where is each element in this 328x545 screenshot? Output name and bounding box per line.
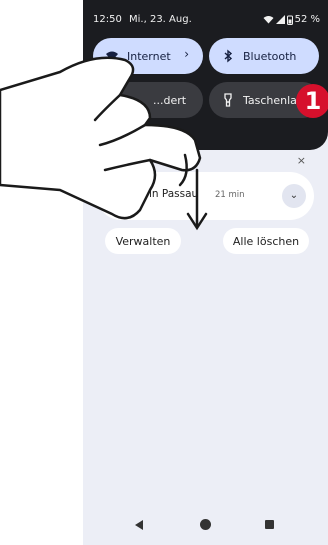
navigation-bar — [83, 509, 328, 545]
notification-card[interactable]: 27° in Passau 21 min ⌄ — [97, 172, 314, 220]
quick-settings-panel: 12:50 Mi., 23. Aug. 52 % Internet › Blue… — [83, 0, 328, 150]
recents-icon[interactable] — [265, 520, 274, 529]
tile-bluetooth-label: Bluetooth — [243, 49, 297, 63]
home-icon[interactable] — [200, 519, 211, 530]
notification-title: 27° in Passau — [127, 188, 199, 200]
clear-all-button[interactable]: Alle löschen — [223, 228, 309, 254]
weather-icon — [107, 187, 123, 203]
tile-do-not-disturb[interactable]: ...dert — [93, 82, 203, 118]
tile-internet-label: Internet — [127, 49, 171, 63]
close-icon[interactable]: × — [297, 154, 306, 167]
status-time-date: 12:50 Mi., 23. Aug. — [93, 14, 192, 25]
tile-internet[interactable]: Internet › — [93, 38, 203, 74]
status-date: Mi., 23. Aug. — [129, 14, 192, 25]
manage-button[interactable]: Verwalten — [105, 228, 181, 254]
expand-chevron-icon[interactable]: ⌄ — [282, 184, 306, 208]
wifi-icon — [106, 51, 118, 61]
status-bar: 12:50 Mi., 23. Aug. 52 % — [93, 14, 320, 28]
cell-signal-icon — [275, 15, 285, 24]
tile-dnd-label: ...dert — [153, 93, 187, 107]
tile-bluetooth[interactable]: Bluetooth — [209, 38, 319, 74]
battery-level: 52 % — [294, 14, 320, 25]
step-number-badge: 1 — [296, 84, 328, 118]
flashlight-icon — [224, 93, 232, 107]
status-time: 12:50 — [93, 14, 122, 25]
battery-icon — [286, 15, 293, 25]
back-icon[interactable] — [135, 520, 143, 530]
moon-icon — [107, 95, 117, 105]
phone-screen: 12:50 Mi., 23. Aug. 52 % Internet › Blue… — [83, 0, 328, 545]
status-icons: 52 % — [263, 14, 320, 25]
notification-time: 21 min — [215, 190, 245, 200]
chevron-right-icon: › — [184, 47, 189, 61]
wifi-signal-icon — [263, 16, 274, 24]
bluetooth-icon — [224, 49, 233, 63]
